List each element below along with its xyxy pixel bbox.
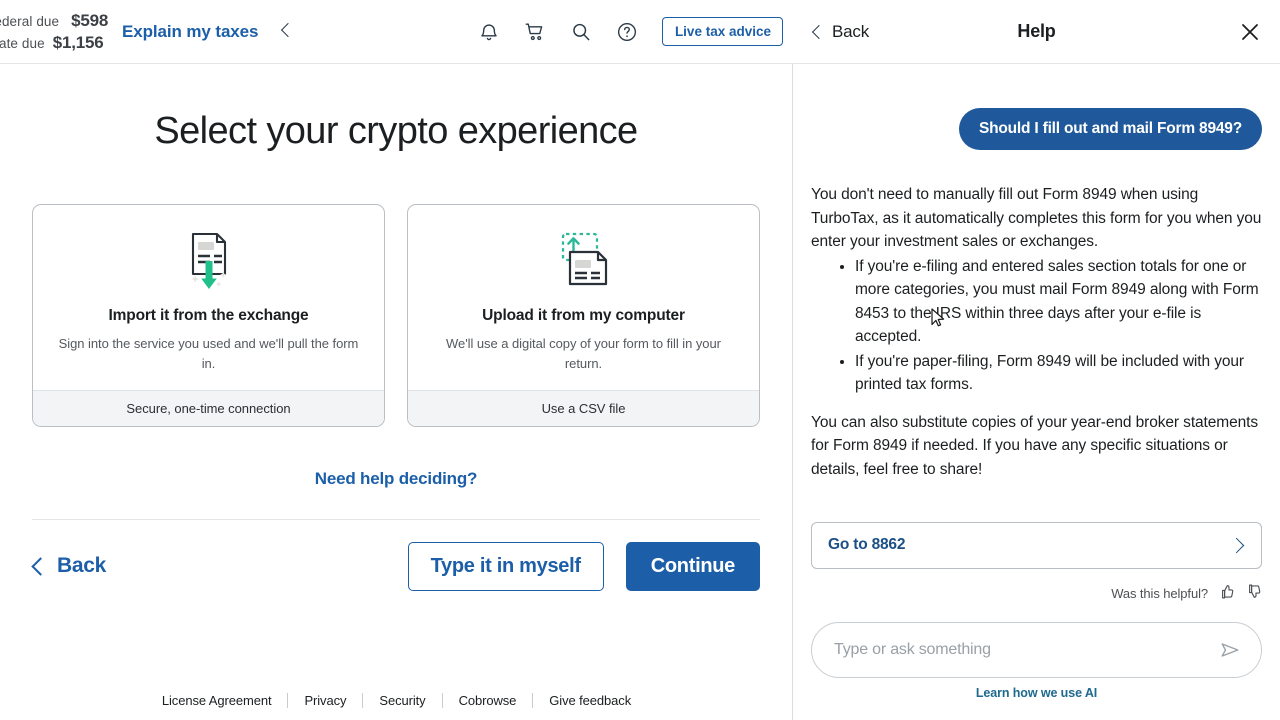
thumbs-down-icon[interactable] [1245, 583, 1262, 605]
type-it-in-myself-button[interactable]: Type it in myself [407, 541, 604, 591]
back-button[interactable]: Back [32, 554, 106, 578]
card-body: Upload it from my computer We'll use a d… [408, 205, 759, 390]
federal-due-row: Federal due $598 [0, 11, 108, 31]
bell-icon[interactable] [478, 21, 500, 43]
user-message-row: Should I fill out and mail Form 8949? [811, 108, 1262, 150]
need-help-deciding-link[interactable]: Need help deciding? [0, 469, 792, 489]
answer-bullet-item: If you're e-filing and entered sales sec… [855, 255, 1262, 349]
search-icon[interactable] [570, 21, 592, 43]
send-icon[interactable] [1219, 639, 1241, 661]
continue-button[interactable]: Continue [625, 541, 760, 591]
main-panel: Federal due $598 State due $1,156 Explai… [0, 0, 793, 720]
learn-how-we-use-ai-link[interactable]: Learn how we use AI [811, 678, 1262, 712]
help-back-button[interactable]: Back [813, 22, 869, 42]
federal-due-amount: $598 [71, 10, 109, 30]
user-message-bubble: Should I fill out and mail Form 8949? [958, 108, 1262, 150]
ask-input-box[interactable] [811, 622, 1262, 678]
close-icon[interactable] [1238, 20, 1262, 44]
document-download-icon [51, 227, 366, 299]
ask-input-area: Learn how we use AI [793, 622, 1280, 720]
chevron-left-icon [32, 556, 45, 576]
explain-my-taxes-link[interactable]: Explain my taxes [122, 22, 258, 42]
back-button-label: Back [57, 554, 107, 578]
answer-paragraph-2: You can also substitute copies of your y… [811, 413, 1258, 479]
ask-input[interactable] [834, 641, 1219, 659]
live-tax-advice-button[interactable]: Live tax advice [661, 16, 783, 47]
answer-paragraph-1: You don't need to manually fill out Form… [811, 186, 1262, 251]
thumbs-up-icon[interactable] [1218, 583, 1235, 605]
card-footer-note: Secure, one-time connection [33, 389, 384, 426]
help-panel-header: Back Help [793, 0, 1280, 64]
chevron-left-icon [813, 24, 823, 40]
upload-from-computer-card[interactable]: Upload it from my computer We'll use a d… [407, 203, 760, 427]
cart-icon[interactable] [524, 21, 546, 43]
help-back-label: Back [832, 21, 869, 41]
top-icon-group: Live tax advice [478, 16, 793, 47]
was-this-helpful-label: Was this helpful? [1111, 586, 1208, 602]
footer-link-give-feedback[interactable]: Give feedback [533, 693, 647, 708]
footer-link-cobrowse[interactable]: Cobrowse [443, 693, 533, 708]
footer-link-license-agreement[interactable]: License Agreement [146, 693, 288, 708]
help-panel: Back Help Should I fill out and mail For… [793, 0, 1280, 720]
primary-actions: Type it in myself Continue [407, 541, 760, 591]
option-card-group: Import it from the exchange Sign into th… [32, 203, 760, 427]
go-to-8862-link-card[interactable]: Go to 8862 [811, 521, 1262, 569]
card-body: Import it from the exchange Sign into th… [33, 205, 384, 390]
action-bar: Back Type it in myself Continue [32, 541, 760, 591]
document-upload-icon [426, 227, 741, 299]
import-from-exchange-card[interactable]: Import it from the exchange Sign into th… [32, 203, 385, 427]
state-due-amount: $1,156 [52, 32, 104, 52]
footer-links: License Agreement Privacy Security Cobro… [0, 686, 793, 720]
answer-bullet-item: If you're paper-filing, Form 8949 will b… [855, 350, 1262, 397]
help-circle-icon[interactable] [616, 21, 638, 43]
state-due-label: State due [0, 35, 45, 51]
federal-due-label: Federal due [0, 13, 60, 29]
page-content: Select your crypto experience Import it … [0, 109, 792, 591]
help-conversation: Should I fill out and mail Form 8949? Yo… [793, 64, 1280, 622]
feedback-row: Was this helpful? [811, 583, 1262, 605]
page-title: Select your crypto experience [154, 110, 638, 152]
footer-link-privacy[interactable]: Privacy [288, 693, 362, 708]
card-title: Upload it from my computer [482, 306, 685, 324]
answer-bullet-list: If you're e-filing and entered sales sec… [815, 255, 1262, 397]
assistant-answer: You don't need to manually fill out Form… [811, 183, 1262, 482]
top-navigation-bar: Federal due $598 State due $1,156 Explai… [0, 0, 793, 64]
footer-link-security[interactable]: Security [363, 693, 441, 708]
card-subtitle: Sign into the service you used and we'll… [58, 335, 359, 371]
card-subtitle: We'll use a digital copy of your form to… [446, 335, 721, 371]
chevron-left-icon[interactable] [280, 21, 294, 43]
chevron-right-icon [1233, 536, 1245, 554]
card-footer-note: Use a CSV file [408, 389, 759, 426]
divider [32, 518, 760, 520]
card-title: Import it from the exchange [108, 306, 309, 324]
app-root: Federal due $598 State due $1,156 Explai… [0, 0, 1280, 720]
refund-summary[interactable]: Federal due $598 State due $1,156 [0, 11, 108, 53]
state-due-row: State due $1,156 [0, 33, 104, 53]
go-to-8862-label: Go to 8862 [828, 536, 906, 554]
